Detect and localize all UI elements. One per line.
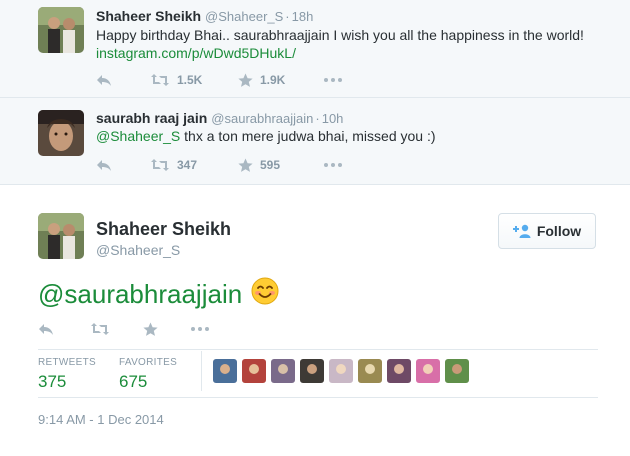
- tweet-timestamp[interactable]: 9:14 AM - 1 Dec 2014: [38, 412, 164, 427]
- reply-button[interactable]: [96, 74, 150, 87]
- tweet-text: @Shaheer_S thx a ton mere judwa bhai, mi…: [96, 128, 436, 144]
- reply-button[interactable]: [96, 159, 150, 172]
- tweet-divider: [0, 184, 630, 185]
- favoriter-avatar[interactable]: [416, 359, 440, 383]
- more-dots-icon: [191, 327, 209, 331]
- tweet-actions: 347 595: [96, 155, 342, 175]
- favorites-label: FAVORITES: [119, 357, 178, 368]
- reply-button[interactable]: [38, 323, 90, 336]
- author-handle[interactable]: @Shaheer_S: [96, 242, 180, 258]
- favoriter-avatar[interactable]: [445, 359, 469, 383]
- author-name[interactable]: Shaheer Sheikh: [96, 219, 231, 240]
- author-handle[interactable]: @Shaheer_S: [205, 9, 283, 24]
- smiling-face-icon: [251, 277, 279, 305]
- avatar-photo: [38, 213, 84, 259]
- favorite-count: 595: [260, 158, 281, 172]
- author-name[interactable]: Shaheer Sheikh: [96, 8, 201, 24]
- retweets-count[interactable]: 375: [38, 372, 66, 392]
- more-button[interactable]: [324, 163, 342, 167]
- avatar-photo: [38, 110, 84, 156]
- retweet-icon: [151, 159, 169, 171]
- avatar-photo: [38, 7, 84, 53]
- retweet-count: 347: [177, 158, 198, 172]
- tweet-divider: [0, 97, 630, 98]
- mention-link[interactable]: @saurabhraajjain: [38, 279, 242, 310]
- author-handle[interactable]: @saurabhraajjain: [211, 111, 313, 126]
- more-dots-icon: [324, 163, 342, 167]
- follow-person-icon: [512, 224, 531, 238]
- reply-icon: [97, 159, 111, 171]
- tweet-text: Happy birthday Bhai.. saurabhraajjain I …: [96, 27, 584, 43]
- favoriter-avatar[interactable]: [242, 359, 266, 383]
- favoriter-avatar[interactable]: [358, 359, 382, 383]
- tweet-header: Shaheer Sheikh @Shaheer_S · 18h: [96, 8, 313, 24]
- favorite-star-icon: [238, 158, 253, 172]
- retweet-icon: [151, 74, 169, 86]
- more-button[interactable]: [324, 78, 342, 82]
- tweet-actions: 1.5K 1.9K: [96, 70, 342, 90]
- avatar[interactable]: [38, 7, 84, 53]
- smiling-face-emoji: [251, 277, 279, 312]
- avatar[interactable]: [38, 213, 84, 259]
- author-name[interactable]: saurabh raaj jain: [96, 110, 207, 126]
- more-button[interactable]: [191, 327, 209, 331]
- retweet-button[interactable]: 1.5K: [150, 73, 238, 87]
- favorite-count: 1.9K: [260, 73, 286, 87]
- avatar[interactable]: [38, 110, 84, 156]
- reply-icon: [97, 74, 111, 86]
- retweet-icon: [91, 323, 109, 335]
- favorite-star-icon: [143, 322, 158, 336]
- tweet-header: saurabh raaj jain @saurabhraajjain · 10h: [96, 110, 343, 126]
- tweet-text: @saurabhraajjain: [38, 277, 279, 312]
- retweet-button[interactable]: 347: [150, 158, 238, 172]
- favoriter-avatar[interactable]: [213, 359, 237, 383]
- favoriter-avatar[interactable]: [329, 359, 353, 383]
- follow-label: Follow: [536, 223, 582, 239]
- mention-link[interactable]: @Shaheer_S: [96, 128, 180, 144]
- favoriter-avatar[interactable]: [300, 359, 324, 383]
- favorites-count[interactable]: 675: [119, 372, 147, 392]
- separator-dot: ·: [315, 111, 320, 126]
- stats-divider: [38, 397, 598, 398]
- favorite-button[interactable]: 1.9K: [238, 73, 324, 88]
- favorite-star-icon: [238, 73, 253, 87]
- tweet-text-body: thx a ton mere judwa bhai, missed you :): [180, 128, 436, 144]
- tweet-time[interactable]: 18h: [292, 9, 314, 24]
- favorite-button[interactable]: [143, 322, 191, 337]
- tweet-actions: [38, 319, 209, 339]
- tweet-link[interactable]: instagram.com/p/wDwd5DHukL/: [96, 45, 296, 61]
- more-dots-icon: [324, 78, 342, 82]
- favoriter-avatars: [213, 359, 474, 383]
- retweet-button[interactable]: [90, 322, 143, 336]
- separator-dot: ·: [285, 9, 290, 24]
- reply-icon: [39, 323, 53, 335]
- retweets-label: RETWEETS: [38, 357, 96, 368]
- favorite-button[interactable]: 595: [238, 158, 324, 173]
- stats-separator: [201, 351, 202, 391]
- retweet-count: 1.5K: [177, 73, 203, 87]
- tweet-time[interactable]: 10h: [322, 111, 344, 126]
- favoriter-avatar[interactable]: [387, 359, 411, 383]
- stats-divider: [38, 349, 598, 350]
- favoriter-avatar[interactable]: [271, 359, 295, 383]
- follow-button[interactable]: Follow: [498, 213, 596, 249]
